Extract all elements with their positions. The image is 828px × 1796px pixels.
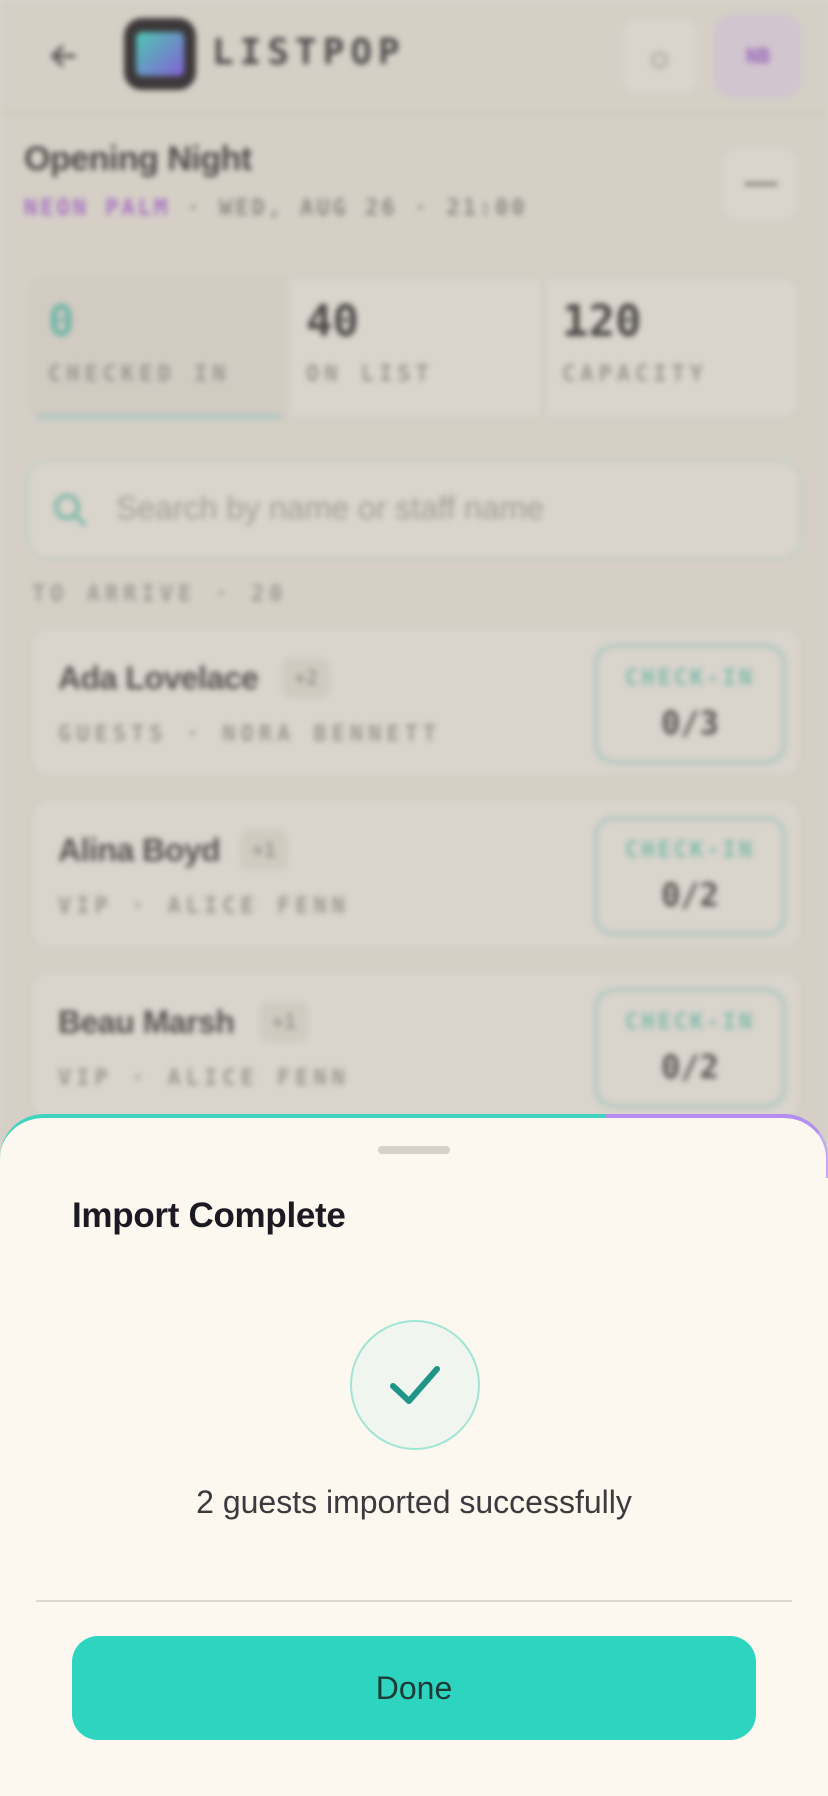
success-badge bbox=[350, 1320, 480, 1450]
check-icon bbox=[390, 1366, 440, 1404]
import-complete-sheet: Import Complete 2 guests imported succes… bbox=[0, 1114, 828, 1796]
done-button[interactable]: Done bbox=[72, 1636, 756, 1740]
divider bbox=[36, 1600, 792, 1602]
sheet-drag-handle[interactable] bbox=[378, 1146, 450, 1154]
import-message: 2 guests imported successfully bbox=[196, 1484, 632, 1520]
done-button-label: Done bbox=[375, 1669, 453, 1706]
sheet-title: Import Complete bbox=[72, 1196, 346, 1235]
